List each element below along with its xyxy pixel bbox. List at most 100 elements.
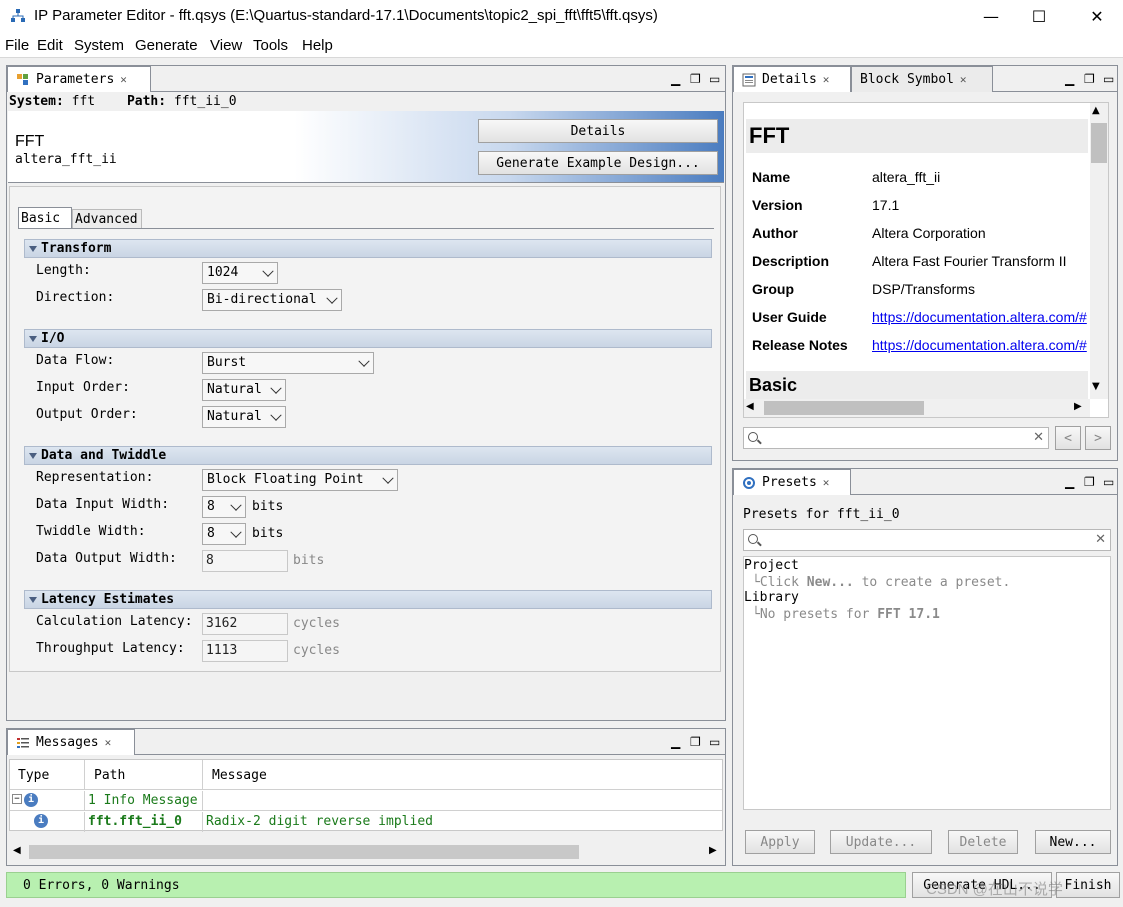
output-order-select[interactable]: Natural	[202, 406, 286, 428]
details-vscrollbar[interactable]: ▲ ▼	[1090, 103, 1108, 399]
menu-tools[interactable]: Tools	[253, 37, 288, 54]
messages-header-row: Type Path Message	[10, 760, 722, 790]
update-button[interactable]: Update...	[830, 830, 932, 854]
close-tab-icon[interactable]: ✕	[120, 73, 127, 86]
subtab-basic[interactable]: Basic	[18, 207, 72, 229]
tab-parameters[interactable]: Parameters ✕	[7, 66, 151, 92]
scroll-left-icon[interactable]: ◀	[13, 845, 21, 856]
data-input-width-unit: bits	[252, 499, 284, 514]
menu-file[interactable]: File	[5, 37, 29, 54]
presets-tabstrip: Presets ✕ ▁ ❐ ▭	[733, 469, 1117, 495]
maximize-panel-icon[interactable]: ▭	[1103, 72, 1114, 86]
chevron-down-icon	[382, 472, 394, 484]
close-tab-icon[interactable]: ✕	[105, 736, 112, 749]
twiddle-width-unit: bits	[252, 526, 284, 541]
minimize-panel-icon[interactable]: ▁	[671, 735, 680, 749]
representation-label: Representation:	[36, 470, 154, 485]
clear-search-icon[interactable]: ✕	[1095, 532, 1106, 547]
presets-search-input[interactable]: ✕	[743, 529, 1111, 551]
table-row[interactable]: − i 1 Info Message	[10, 791, 722, 811]
scroll-up-icon[interactable]: ▲	[1092, 105, 1100, 116]
maximize-panel-icon[interactable]: ▭	[1103, 475, 1114, 489]
prev-result-button[interactable]: <	[1055, 426, 1081, 450]
menu-edit[interactable]: Edit	[37, 37, 63, 54]
table-row[interactable]: i fft.fft_ii_0 Radix-2 digit reverse imp…	[10, 812, 722, 832]
twiddle-width-select[interactable]: 8	[202, 523, 246, 545]
details-vscroll-thumb[interactable]	[1091, 123, 1107, 163]
close-tab-icon[interactable]: ✕	[823, 476, 830, 489]
col-message[interactable]: Message	[212, 768, 267, 783]
direction-select[interactable]: Bi-directional	[202, 289, 342, 311]
col-divider	[202, 791, 203, 811]
col-type[interactable]: Type	[18, 768, 49, 783]
release-notes-link[interactable]: https://documentation.altera.com/#	[872, 337, 1090, 353]
finish-button[interactable]: Finish	[1056, 872, 1120, 898]
new-preset-button[interactable]: New...	[1035, 830, 1111, 854]
restore-panel-icon[interactable]: ❐	[690, 72, 701, 86]
section-data-twiddle[interactable]: Data and Twiddle	[24, 446, 712, 465]
details-hscrollbar[interactable]: ◀ ▶	[744, 399, 1090, 417]
restore-panel-icon[interactable]: ❐	[1084, 72, 1095, 86]
clear-search-icon[interactable]: ✕	[1033, 430, 1044, 445]
minimize-panel-icon[interactable]: ▁	[1065, 475, 1074, 489]
close-tab-icon[interactable]: ✕	[823, 73, 830, 86]
scroll-right-icon[interactable]: ▶	[1074, 401, 1082, 412]
scroll-left-icon[interactable]: ◀	[746, 401, 754, 412]
minimize-panel-icon[interactable]: ▁	[671, 72, 680, 86]
scroll-down-icon[interactable]: ▼	[1092, 381, 1100, 392]
col-divider	[84, 812, 85, 832]
details-hscroll-thumb[interactable]	[764, 401, 924, 415]
collapse-icon[interactable]: −	[12, 794, 22, 804]
user-guide-link[interactable]: https://documentation.altera.com/#	[872, 309, 1090, 325]
scroll-right-icon[interactable]: ▶	[709, 845, 717, 856]
details-button[interactable]: Details	[478, 119, 718, 143]
menu-system[interactable]: System	[74, 37, 124, 54]
hint-post: to create a preset.	[853, 575, 1011, 590]
section-latency[interactable]: Latency Estimates	[24, 590, 712, 609]
maximize-button[interactable]: ☐	[1014, 0, 1064, 32]
representation-select[interactable]: Block Floating Point	[202, 469, 398, 491]
input-order-select[interactable]: Natural	[202, 379, 286, 401]
detail-author-value: Altera Corporation	[872, 225, 986, 241]
app-icon	[11, 9, 25, 22]
section-transform[interactable]: Transform	[24, 239, 712, 258]
apply-button[interactable]: Apply	[745, 830, 815, 854]
minimize-panel-icon[interactable]: ▁	[1065, 72, 1074, 86]
subtab-advanced[interactable]: Advanced	[72, 209, 142, 229]
menu-help[interactable]: Help	[302, 37, 333, 54]
tab-block-symbol[interactable]: Block Symbol ✕	[851, 66, 993, 92]
dataflow-select[interactable]: Burst	[202, 352, 374, 374]
twiddle-width-value: 8	[207, 526, 215, 541]
tree-library[interactable]: Library	[744, 590, 799, 605]
menu-generate[interactable]: Generate	[135, 37, 198, 54]
tab-parameters-label: Parameters	[36, 72, 115, 87]
details-search-input[interactable]: ✕	[743, 427, 1049, 449]
restore-panel-icon[interactable]: ❐	[690, 735, 701, 749]
messages-hscrollbar[interactable]: ◀ ▶	[9, 843, 723, 861]
generate-example-button[interactable]: Generate Example Design...	[478, 151, 718, 175]
tab-details-label: Details	[762, 72, 817, 87]
maximize-panel-icon[interactable]: ▭	[709, 72, 720, 86]
delete-button[interactable]: Delete	[948, 830, 1018, 854]
tab-messages[interactable]: Messages ✕	[7, 729, 135, 755]
menu-view[interactable]: View	[210, 37, 242, 54]
data-input-width-select[interactable]: 8	[202, 496, 246, 518]
minimize-button[interactable]: —	[966, 0, 1016, 32]
section-io[interactable]: I/O	[24, 329, 712, 348]
close-button[interactable]: ✕	[1072, 0, 1122, 32]
direction-label: Direction:	[36, 290, 115, 305]
library-hint-pre: No presets for	[759, 607, 878, 622]
close-tab-icon[interactable]: ✕	[960, 73, 967, 86]
tab-details[interactable]: Details ✕	[733, 66, 851, 92]
tree-project[interactable]: Project	[744, 558, 799, 573]
tab-presets[interactable]: Presets ✕	[733, 469, 851, 495]
chevron-down-icon	[326, 292, 338, 304]
restore-panel-icon[interactable]: ❐	[1084, 475, 1095, 489]
messages-hscroll-thumb[interactable]	[29, 845, 579, 859]
next-result-button[interactable]: >	[1085, 426, 1111, 450]
length-select[interactable]: 1024	[202, 262, 278, 284]
col-divider	[84, 791, 85, 811]
col-path[interactable]: Path	[94, 768, 125, 783]
maximize-panel-icon[interactable]: ▭	[709, 735, 720, 749]
detail-version-value: 17.1	[872, 197, 900, 213]
